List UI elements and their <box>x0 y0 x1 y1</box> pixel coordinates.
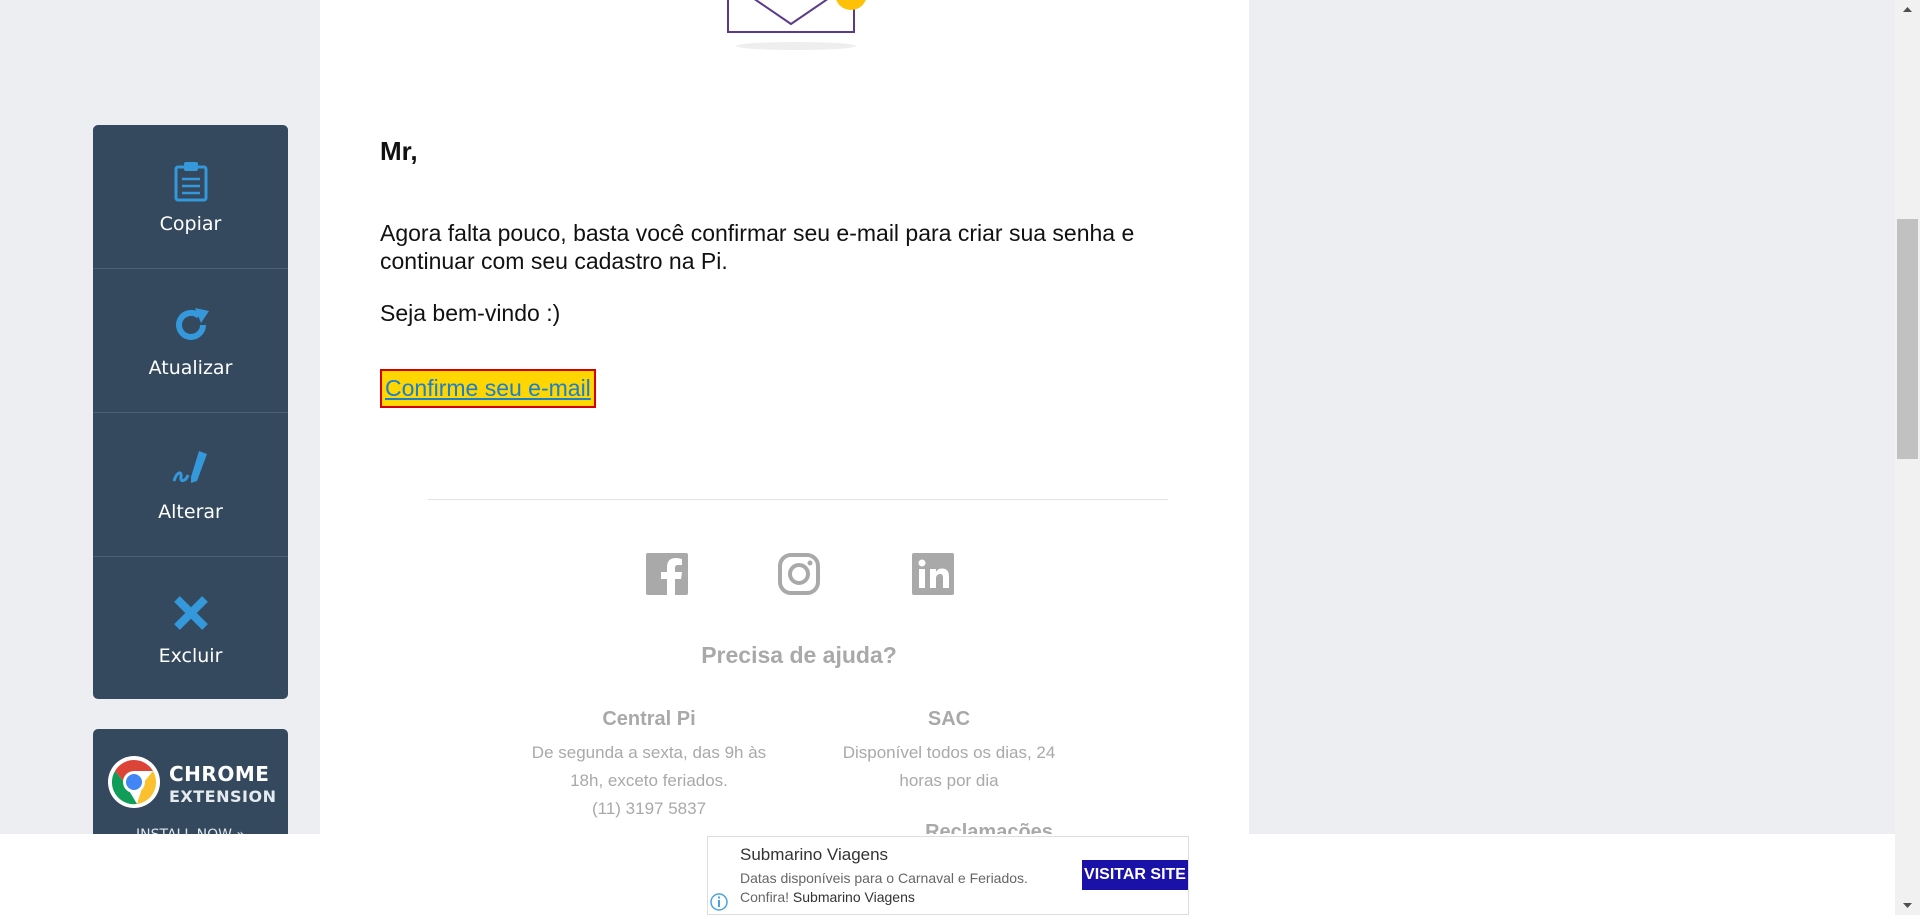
sac-title: SAC <box>927 708 971 730</box>
divider <box>428 499 1168 500</box>
ad-description: Datas disponíveis para o Carnaval e Feri… <box>740 869 1080 907</box>
edit-icon <box>172 450 207 483</box>
ad-title[interactable]: Submarino Viagens <box>740 845 888 865</box>
ad-line-1: Datas disponíveis para o Carnaval e Feri… <box>740 870 1028 886</box>
central-pi-title: Central Pi <box>602 708 696 730</box>
central-pi-hours: De segunda a sexta, das 9h às 18h, excet… <box>531 743 767 790</box>
central-pi-block: Central Pi De segunda a sexta, das 9h às… <box>529 708 769 823</box>
email-welcome: Seja bem-vindo :) <box>380 300 561 326</box>
confirm-email-link[interactable]: Confirme seu e-mail <box>380 369 596 408</box>
clipboard-icon <box>174 161 207 201</box>
close-icon <box>173 595 208 630</box>
scrollbar-thumb[interactable] <box>1897 219 1918 459</box>
scroll-down-icon[interactable] <box>1895 897 1920 915</box>
info-icon[interactable] <box>708 891 730 913</box>
delete-label: Excluir <box>158 644 223 667</box>
linkedin-icon[interactable] <box>911 552 955 596</box>
refresh-label: Atualizar <box>148 356 233 379</box>
ad-line-2-prefix: Confira! <box>740 889 790 905</box>
chrome-logo-icon <box>108 756 160 808</box>
refresh-icon <box>175 307 209 340</box>
copy-button[interactable]: Copiar <box>93 125 288 269</box>
envelope-icon <box>727 0 866 33</box>
edit-label: Alterar <box>158 500 223 523</box>
email-content: Mr, Agora falta pouco, basta você confir… <box>320 0 1249 834</box>
chrome-subtitle: EXTENSION <box>169 787 277 806</box>
scroll-up-icon[interactable] <box>1895 0 1920 18</box>
sac-hours: Disponível todos os dias, 24 horas por d… <box>842 743 1056 790</box>
central-pi-phone: (11) 3197 5837 <box>591 799 707 818</box>
edit-button[interactable]: Alterar <box>93 413 288 557</box>
sac-block: SAC Disponível todos os dias, 24 horas p… <box>829 708 1069 795</box>
email-greeting: Mr, <box>380 136 418 166</box>
envelope-shadow <box>736 42 856 50</box>
instagram-icon[interactable] <box>777 552 821 596</box>
chrome-title: CHROME <box>169 762 270 786</box>
copy-label: Copiar <box>159 212 222 235</box>
delete-button[interactable]: Excluir <box>93 557 288 700</box>
refresh-button[interactable]: Atualizar <box>93 269 288 413</box>
reclamacoes-title: Reclamações <box>925 821 1053 834</box>
email-paragraph: Agora falta pouco, basta você confirmar … <box>380 220 1135 274</box>
chrome-extension-banner[interactable]: CHROME EXTENSION INSTALL NOW » <box>93 729 288 839</box>
help-title: Precisa de ajuda? <box>701 642 897 668</box>
facebook-icon[interactable] <box>645 552 689 596</box>
ad-line-2-brand: Submarino Viagens <box>792 889 915 905</box>
ad-banner[interactable]: Submarino Viagens Datas disponíveis para… <box>707 836 1189 915</box>
visit-site-button[interactable]: VISITAR SITE <box>1082 860 1188 890</box>
action-sidebar: Copiar Atualizar Alterar Excluir <box>93 125 288 699</box>
